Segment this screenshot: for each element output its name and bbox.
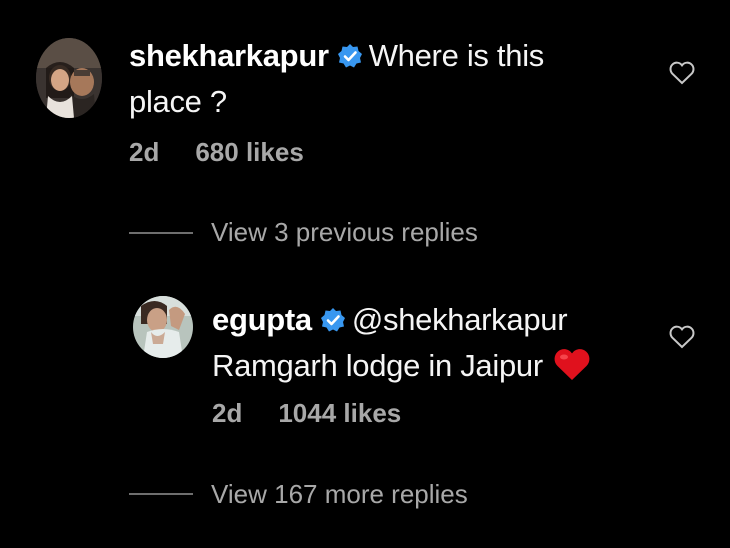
comment-body-line1: Where is this <box>368 38 545 73</box>
comment-age: 2d <box>129 137 160 167</box>
reply-like-heart-icon[interactable] <box>669 325 695 354</box>
reply-mention[interactable]: @shekharkapur <box>352 302 568 337</box>
reply-age: 2d <box>212 398 243 428</box>
comment-shekharkapur: shekharkapur Where is this place ? 2d 680 … <box>0 0 730 180</box>
avatar-egupta[interactable] <box>133 296 193 358</box>
avatar-shekharkapur[interactable] <box>36 38 102 118</box>
reply-egupta: egupta @shekharkapur Ramgarh lodge in Jai… <box>0 280 730 450</box>
comment-body-line2: place ? <box>129 84 227 119</box>
comment-meta: 2d 680 likes <box>129 137 340 168</box>
more-replies-divider-line <box>129 493 193 495</box>
comment-text: shekharkapur Where is this place ? <box>129 34 629 123</box>
view-more-replies-link[interactable]: View 167 more replies <box>211 479 468 510</box>
verified-badge-icon <box>337 37 363 80</box>
reply-text: egupta @shekharkapur Ramgarh lodge in Jai… <box>212 298 672 393</box>
comment-username[interactable]: shekharkapur <box>129 38 329 73</box>
reply-likes[interactable]: 1044 likes <box>278 398 401 428</box>
comment-like-heart-icon[interactable] <box>669 61 695 90</box>
reply-body: Ramgarh lodge in Jaipur <box>212 348 543 383</box>
avatar-image <box>36 38 102 118</box>
avatar-image <box>133 296 193 358</box>
view-previous-replies-link[interactable]: View 3 previous replies <box>211 217 478 248</box>
red-heart-emoji <box>553 346 591 393</box>
reply-username[interactable]: egupta <box>212 302 312 337</box>
comment-likes[interactable]: 680 likes <box>195 137 303 167</box>
replies-divider-line <box>129 232 193 234</box>
reply-meta: 2d 1044 likes <box>212 398 437 429</box>
verified-badge-icon <box>320 301 346 344</box>
